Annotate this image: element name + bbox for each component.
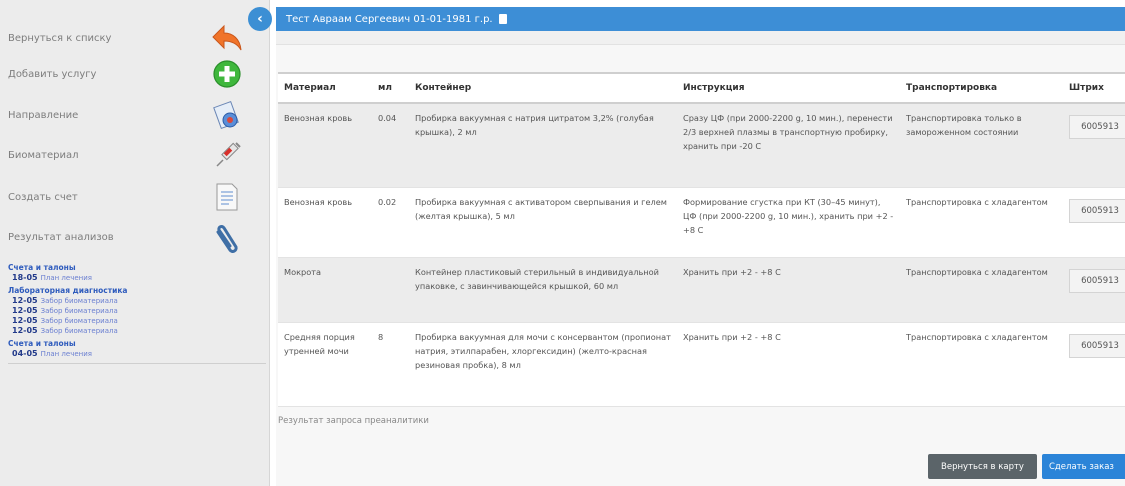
- link-entry-date: 12-05: [12, 316, 38, 325]
- header-strip: [276, 31, 1125, 45]
- link-entry-date: 04-05: [12, 349, 38, 358]
- cell-transport: Транспортировка только в замороженном со…: [900, 103, 1063, 188]
- cell-material: Средняя порция утренней мочи: [278, 322, 372, 407]
- back-arrow-icon: [210, 21, 244, 55]
- paperclip-icon: [210, 220, 244, 254]
- cell-transport: Транспортировка с хладагентом: [900, 257, 1063, 323]
- cell-instruction: Сразу ЦФ (при 2000-2200 g, 10 мин.), пер…: [677, 103, 900, 188]
- cell-ml: 0.02: [372, 187, 409, 258]
- cell-ml: 0.04: [372, 103, 409, 188]
- sidebar: Вернуться к списку Добавить услугу Напра…: [0, 0, 270, 486]
- cell-transport: Транспортировка с хладагентом: [900, 322, 1063, 407]
- clipboard-icon[interactable]: [498, 14, 507, 24]
- back-to-card-button[interactable]: Вернуться в карту: [928, 454, 1037, 479]
- link-entry[interactable]: 18-05 План лечения: [8, 273, 266, 283]
- sidebar-item-add-service[interactable]: Добавить услугу: [8, 55, 248, 93]
- sidebar-item-label: Добавить услугу: [8, 68, 97, 80]
- sidebar-item-back-to-list[interactable]: Вернуться к списку: [8, 19, 248, 57]
- link-entry[interactable]: 12-05 Забор биоматериала: [8, 326, 266, 336]
- link-entry-date: 12-05: [12, 306, 38, 315]
- table-row: Венозная кровь 0.04 Пробирка вакуумная с…: [278, 103, 1125, 188]
- column-header-instruction: Инструкция: [677, 72, 900, 104]
- link-entry[interactable]: 12-05 Забор биоматериала: [8, 296, 266, 306]
- patient-title: Тест Авраам Сергеевич 01-01-1981 г.р.: [286, 13, 493, 25]
- cell-instruction: Хранить при +2 - +8 С: [677, 257, 900, 323]
- sidebar-item-referral[interactable]: Направление: [8, 96, 248, 134]
- table-row: Мокрота Контейнер пластиковый стерильный…: [278, 257, 1125, 323]
- link-entry-text: План лечения: [40, 350, 92, 358]
- link-group-title[interactable]: Счета и талоны: [8, 339, 266, 349]
- barcode-field[interactable]: 6005913: [1069, 115, 1125, 139]
- column-header-transport: Транспортировка: [900, 72, 1063, 104]
- cell-material: Мокрота: [278, 257, 372, 323]
- cell-container: Пробирка вакуумная с активатором сверпыв…: [409, 187, 677, 258]
- sidebar-item-biomaterial[interactable]: Биоматериал: [8, 136, 248, 174]
- syringe-icon: [210, 138, 244, 172]
- column-header-barcode: Штрих: [1063, 72, 1125, 104]
- link-entry-date: 12-05: [12, 296, 38, 305]
- link-entry-text: Забор биоматериала: [40, 297, 118, 305]
- link-entry-date: 12-05: [12, 326, 38, 335]
- link-entry-date: 18-05: [12, 273, 38, 282]
- link-group: Лабораторная диагностика 12-05 Забор биом…: [8, 286, 266, 336]
- sidebar-item-create-invoice[interactable]: Создать счет: [8, 178, 248, 216]
- cell-container: Контейнер пластиковый стерильный в индив…: [409, 257, 677, 323]
- link-group: Счета и талоны 04-05 План лечения: [8, 339, 266, 359]
- chevron-left-icon[interactable]: ‹: [248, 7, 272, 31]
- cell-instruction: Формирование сгустка при КТ (30–45 минут…: [677, 187, 900, 258]
- cell-container: Пробирка вакуумная с натрия цитратом 3,2…: [409, 103, 677, 188]
- cell-container: Пробирка вакуумная для мочи с консервант…: [409, 322, 677, 407]
- patient-header: Тест Авраам Сергеевич 01-01-1981 г.р.: [276, 7, 1125, 31]
- column-header-ml: мл: [372, 72, 409, 104]
- link-group-title[interactable]: Счета и талоны: [8, 263, 266, 273]
- cell-ml: [372, 257, 409, 323]
- sidebar-item-label: Направление: [8, 109, 79, 121]
- table-row: Венозная кровь 0.02 Пробирка вакуумная с…: [278, 187, 1125, 258]
- preanalytics-table: Материал мл Контейнер Инструкция Транспо…: [278, 72, 1125, 407]
- invoice-document-icon: [210, 180, 244, 214]
- column-header-material: Материал: [278, 72, 372, 104]
- link-entry-text: Забор биоматериала: [40, 317, 118, 325]
- cell-barcode: 6005913: [1063, 103, 1125, 188]
- sidebar-item-label: Вернуться к списку: [8, 32, 112, 44]
- cell-instruction: Хранить при +2 - +8 С: [677, 322, 900, 407]
- table-row: Средняя порция утренней мочи 8 Пробирка …: [278, 322, 1125, 407]
- add-plus-icon: [210, 57, 244, 91]
- link-entry[interactable]: 12-05 Забор биоматериала: [8, 316, 266, 326]
- preanalytics-result-text: Результат запроса преаналитики: [278, 416, 429, 426]
- cell-barcode: 6005913: [1063, 187, 1125, 258]
- make-order-button[interactable]: Сделать заказ: [1042, 454, 1125, 479]
- column-header-container: Контейнер: [409, 72, 677, 104]
- cell-material: Венозная кровь: [278, 103, 372, 188]
- history-links: Счета и талоны 18-05 План лечения Лаборат…: [8, 263, 266, 364]
- cell-barcode: 6005913: [1063, 322, 1125, 407]
- table-header-row: Материал мл Контейнер Инструкция Транспо…: [278, 72, 1125, 104]
- divider: [8, 363, 266, 364]
- barcode-field[interactable]: 6005913: [1069, 198, 1125, 223]
- link-entry-text: План лечения: [40, 274, 92, 282]
- barcode-field[interactable]: 6005913: [1069, 333, 1125, 358]
- link-group-title[interactable]: Лабораторная диагностика: [8, 286, 266, 296]
- sidebar-item-label: Биоматериал: [8, 149, 79, 161]
- sidebar-item-label: Создать счет: [8, 191, 78, 203]
- link-entry-text: Забор биоматериала: [40, 327, 118, 335]
- sidebar-item-analysis-results[interactable]: Результат анализов: [8, 218, 248, 256]
- cell-barcode: 6005913: [1063, 257, 1125, 323]
- link-group: Счета и талоны 18-05 План лечения: [8, 263, 266, 283]
- cell-ml: 8: [372, 322, 409, 407]
- sidebar-item-label: Результат анализов: [8, 231, 114, 243]
- barcode-field[interactable]: 6005913: [1069, 268, 1125, 293]
- cell-transport: Транспортировка с хладагентом: [900, 187, 1063, 258]
- link-entry[interactable]: 04-05 План лечения: [8, 349, 266, 359]
- referral-icon: [210, 98, 244, 132]
- link-entry[interactable]: 12-05 Забор биоматериала: [8, 306, 266, 316]
- link-entry-text: Забор биоматериала: [40, 307, 118, 315]
- cell-material: Венозная кровь: [278, 187, 372, 258]
